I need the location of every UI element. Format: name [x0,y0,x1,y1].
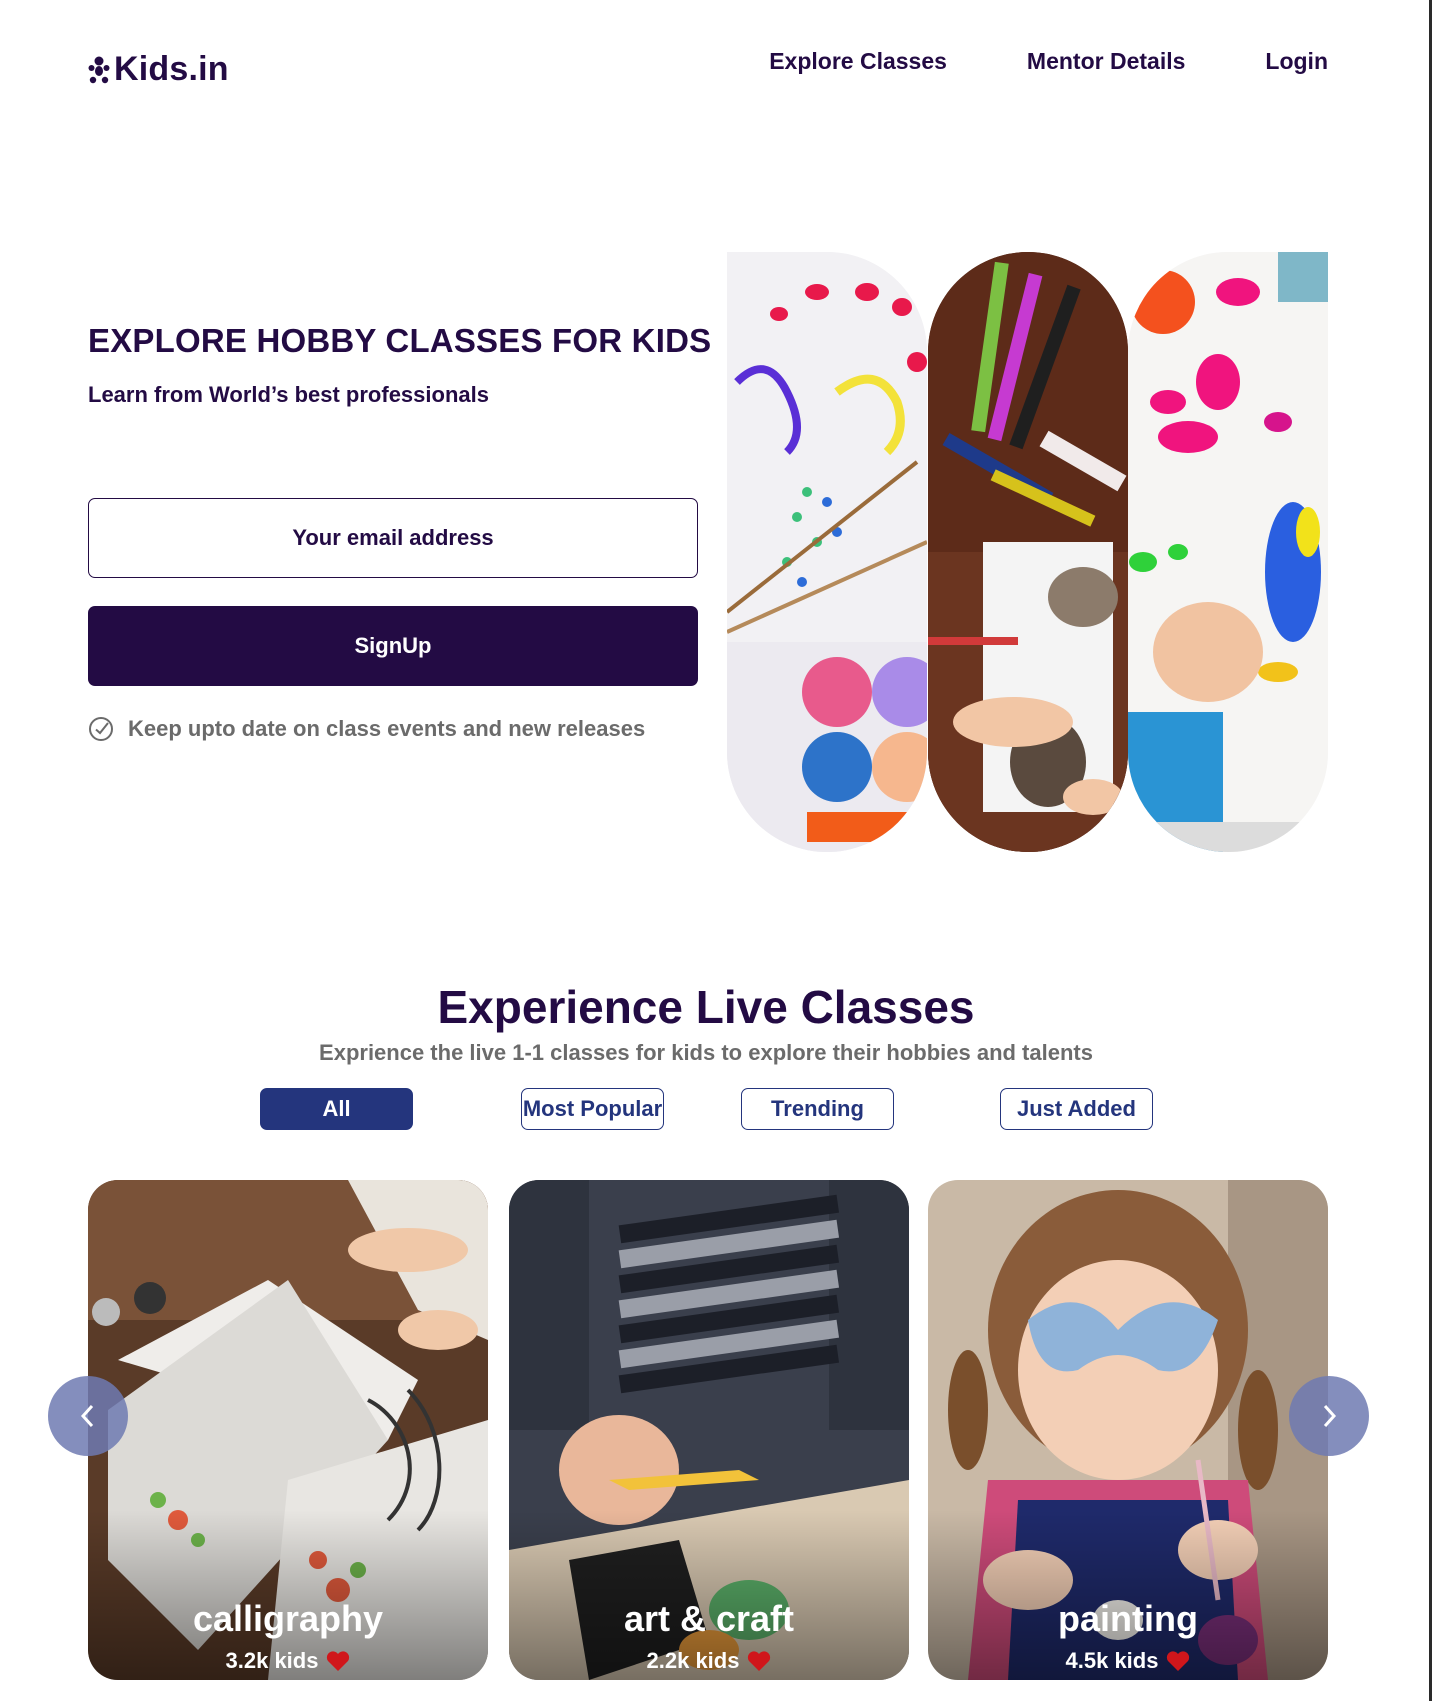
card-count: 3.2k kids [225,1648,319,1673]
card-title: painting [1058,1598,1198,1639]
card-count: 4.5k kids [1065,1648,1159,1673]
class-card-calligraphy[interactable]: calligraphy 3.2k kids [88,1180,488,1680]
keep-updated-note: Keep upto date on class events and new r… [88,716,645,742]
main-nav: Explore Classes Mentor Details Login [769,48,1328,75]
section-subtitle: Exprience the live 1-1 classes for kids … [319,1040,1093,1065]
filter-trending[interactable]: Trending [741,1088,894,1130]
nav-mentor-details[interactable]: Mentor Details [1027,48,1185,75]
email-input[interactable] [88,498,698,578]
card-title: calligraphy [192,1598,384,1639]
nav-explore-classes[interactable]: Explore Classes [769,48,947,75]
hero-subtitle: Learn from World’s best professionals [88,382,489,407]
kid-logo-icon [88,56,110,83]
card-meta: 3.2k kids [88,1648,488,1674]
chevron-left-icon [80,1404,94,1428]
class-card-painting[interactable]: painting 4.5k kids [928,1180,1328,1680]
header: Kids.in Explore Classes Mentor Details L… [88,42,1328,92]
class-card-art-craft[interactable]: art & craft 2.2k kids [509,1180,909,1680]
signup-button[interactable]: SignUp [88,606,698,686]
keep-updated-text: Keep upto date on class events and new r… [128,716,646,741]
filter-just-added[interactable]: Just Added [1000,1088,1153,1130]
section-title: Experience Live Classes [437,981,975,1033]
hero-image-paint-jars [727,252,927,852]
check-circle-icon [89,717,113,741]
heart-icon[interactable] [326,1650,350,1672]
carousel-prev-button[interactable] [48,1376,128,1456]
logo[interactable]: Kids.in [88,50,229,89]
card-meta: 4.5k kids [928,1648,1328,1674]
hero-title: EXPLORE HOBBY CLASSES FOR KIDS [88,322,712,359]
card-title: art & craft [623,1598,795,1639]
logo-text: Kids.in [114,50,229,88]
card-count: 2.2k kids [646,1648,740,1673]
filter-all[interactable]: All [260,1088,413,1130]
heart-icon[interactable] [747,1650,771,1672]
nav-login[interactable]: Login [1265,48,1328,75]
hero-image-markers [928,252,1128,852]
chevron-right-icon [1323,1404,1337,1428]
filter-most-popular[interactable]: Most Popular [521,1088,664,1130]
card-meta: 2.2k kids [509,1648,909,1674]
carousel-next-button[interactable] [1289,1376,1369,1456]
heart-icon[interactable] [1166,1650,1190,1672]
hero-image-finger-painting [1128,252,1328,852]
